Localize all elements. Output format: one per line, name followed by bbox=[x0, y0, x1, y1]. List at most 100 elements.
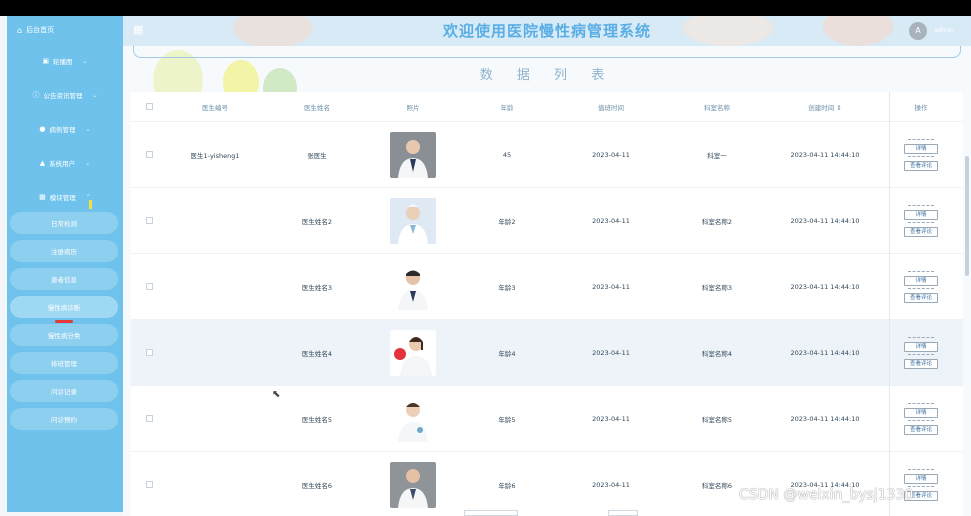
sidebar-menu-label: 轮播图 bbox=[53, 58, 73, 66]
row-checkbox[interactable] bbox=[145, 283, 153, 290]
table-row: 医生1-yisheng1 张医生 45 2023-04-11 科室一 2023-… bbox=[131, 122, 963, 188]
sidebar-sub-label: 问诊记录 bbox=[51, 388, 77, 396]
cell-duty-time: 2023-04-11 bbox=[592, 216, 630, 225]
cell-doctor-name: 医生姓名4 bbox=[301, 349, 333, 358]
watermark: CSDN @weixin_bysj1330 bbox=[739, 487, 914, 503]
table-row: 医生姓名6 年龄6 2023-04-11 科室名称6 2023-04-11 14… bbox=[131, 452, 963, 516]
table-header: 医生编号 医生姓名 照片 年龄 值班时间 科室名称 创建时间 ⇕ 操作 bbox=[131, 92, 963, 122]
main-content: 数 据 列 表 医生编号 医生姓名 照片 年龄 值班时间 科室名称 创建时间 ⇕… bbox=[123, 46, 971, 516]
cell-doctor-name: 医生姓名3 bbox=[301, 283, 333, 292]
row-checkbox[interactable] bbox=[145, 349, 153, 356]
col-duty-time: 值班时间 bbox=[598, 103, 624, 112]
app-window: ⌂ 后台首页 ▣ 轮播图 ⌄ ⓘ 公告资讯管理 ⌄ ● 病例管理 ⌄ ▲ 系统用… bbox=[0, 0, 971, 516]
col-created-time[interactable]: 创建时间 ⇕ bbox=[771, 102, 879, 112]
cell-created-time: 2023-04-11 14:44:10 bbox=[790, 414, 860, 423]
cell-duty-time: 2023-04-11 bbox=[592, 348, 630, 357]
cell-age: 年龄6 bbox=[498, 481, 516, 490]
row-checkbox[interactable] bbox=[145, 415, 153, 422]
chevron-down-icon: ⌄ bbox=[85, 125, 91, 133]
table-row: 医生姓名5 年龄5 2023-04-11 科室名称5 2023-04-11 14… bbox=[131, 386, 963, 452]
sidebar-menu-label: 病例管理 bbox=[49, 126, 76, 134]
username[interactable]: admin bbox=[934, 27, 953, 34]
select-all-checkbox[interactable] bbox=[145, 103, 153, 110]
sidebar-sub-diagnosis[interactable]: 慢性病诊断 bbox=[10, 296, 118, 318]
pagination bbox=[440, 510, 640, 516]
sidebar-sub-register[interactable]: 注册病历 bbox=[10, 240, 118, 262]
sidebar-sub-patients[interactable]: 患者信息 bbox=[10, 268, 118, 290]
sidebar: ⌂ 后台首页 ▣ 轮播图 ⌄ ⓘ 公告资讯管理 ⌄ ● 病例管理 ⌄ ▲ 系统用… bbox=[7, 16, 123, 512]
avatar[interactable]: A bbox=[909, 22, 927, 40]
info-icon: ⓘ bbox=[32, 91, 40, 99]
cell-duty-time: 2023-04-11 bbox=[592, 414, 630, 423]
cell-doctor-name: 医生姓名2 bbox=[301, 217, 333, 226]
top-black-bar bbox=[0, 0, 971, 16]
cell-department: 科室名称2 bbox=[701, 217, 733, 226]
doctor-photo bbox=[390, 329, 436, 376]
grid-icon: ▦ bbox=[39, 193, 46, 201]
row-checkbox[interactable] bbox=[145, 481, 153, 488]
cell-department: 科室名称4 bbox=[701, 349, 733, 358]
sidebar-sub-appointments[interactable]: 问诊预约 bbox=[10, 408, 118, 430]
sidebar-menu-carousel[interactable]: ▣ 轮播图 ⌄ bbox=[7, 50, 123, 72]
cell-department: 科室名称5 bbox=[701, 415, 733, 424]
picture-icon: ▣ bbox=[42, 57, 50, 65]
cell-doctor-name: 张医生 bbox=[307, 151, 327, 160]
sidebar-menu-news[interactable]: ⓘ 公告资讯管理 ⌄ bbox=[7, 84, 123, 106]
page-jump-input[interactable] bbox=[608, 510, 638, 516]
scrollbar[interactable] bbox=[965, 156, 969, 276]
col-age: 年龄 bbox=[500, 103, 514, 112]
sidebar-menu-label: 公告资讯管理 bbox=[43, 92, 83, 100]
doctor-photo bbox=[390, 461, 436, 508]
sidebar-sub-label: 慢性病分类 bbox=[47, 332, 81, 340]
home-icon: ⌂ bbox=[17, 25, 23, 35]
doctor-photo bbox=[390, 263, 436, 310]
cell-department: 科室名称3 bbox=[701, 283, 733, 292]
cell-age: 45 bbox=[502, 150, 512, 159]
data-list-heading: 数 据 列 表 bbox=[479, 68, 615, 83]
cell-duty-time: 2023-04-11 bbox=[592, 150, 630, 159]
sidebar-home-label: 后台首页 bbox=[26, 26, 55, 34]
row-checkbox[interactable] bbox=[145, 151, 153, 158]
row-checkbox[interactable] bbox=[145, 217, 153, 224]
doctor-photo bbox=[390, 131, 436, 178]
sidebar-sub-label: 慢性病诊断 bbox=[47, 304, 81, 312]
sidebar-menu-label: 系统用户 bbox=[49, 160, 76, 168]
cell-department: 科室一 bbox=[707, 151, 727, 160]
chevron-down-icon: ⌄ bbox=[82, 57, 88, 65]
sidebar-menu-modules[interactable]: ▦ 模块管理 ⌃ bbox=[7, 186, 123, 208]
sidebar-sub-schedule[interactable]: 排班管理 bbox=[10, 352, 118, 374]
pin-icon: ● bbox=[39, 125, 46, 133]
cell-age: 年龄4 bbox=[498, 349, 516, 358]
cell-created-time: 2023-04-11 14:44:10 bbox=[790, 282, 860, 291]
col-doctor-name: 医生姓名 bbox=[304, 103, 330, 112]
sidebar-sub-label: 问诊预约 bbox=[51, 416, 77, 424]
breadcrumb-strip bbox=[133, 46, 961, 58]
user-icon: ▲ bbox=[39, 159, 46, 167]
sidebar-home[interactable]: ⌂ 后台首页 bbox=[7, 16, 123, 44]
sidebar-menu-cases[interactable]: ● 病例管理 ⌄ bbox=[7, 118, 123, 140]
col-doctor-id: 医生编号 bbox=[202, 103, 228, 112]
doctor-photo bbox=[390, 197, 436, 244]
sidebar-sub-label: 注册病历 bbox=[51, 248, 77, 256]
cell-doctor-name: 医生姓名5 bbox=[301, 415, 333, 424]
doctor-table: 医生编号 医生姓名 照片 年龄 值班时间 科室名称 创建时间 ⇕ 操作 医生1-… bbox=[131, 92, 963, 516]
sidebar-menu-users[interactable]: ▲ 系统用户 ⌄ bbox=[7, 152, 123, 174]
active-indicator bbox=[55, 320, 73, 323]
header: ▦ 欢迎使用医院慢性病管理系统 A admin bbox=[123, 16, 971, 46]
cell-age: 年龄2 bbox=[498, 217, 516, 226]
decor-mark bbox=[89, 200, 92, 209]
table-row: 医生姓名4 年龄4 2023-04-11 科室名称4 2023-04-11 14… bbox=[131, 320, 963, 386]
cell-created-time: 2023-04-11 14:44:10 bbox=[790, 150, 860, 159]
chevron-down-icon: ⌄ bbox=[85, 159, 91, 167]
sidebar-sub-category[interactable]: 慢性病分类 bbox=[10, 324, 118, 346]
chevron-down-icon: ⌄ bbox=[92, 91, 98, 99]
sidebar-sub-daily[interactable]: 日常检测 bbox=[10, 212, 118, 234]
cell-doctor-name: 医生姓名6 bbox=[301, 481, 333, 490]
cell-age: 年龄3 bbox=[498, 283, 516, 292]
page-size-select[interactable] bbox=[464, 510, 518, 516]
mouse-cursor-icon: ⬉ bbox=[272, 389, 281, 400]
cell-age: 年龄5 bbox=[498, 415, 516, 424]
sidebar-sub-records[interactable]: 问诊记录 bbox=[10, 380, 118, 402]
cell-duty-time: 2023-04-11 bbox=[592, 480, 630, 489]
sidebar-sub-label: 排班管理 bbox=[51, 360, 77, 368]
